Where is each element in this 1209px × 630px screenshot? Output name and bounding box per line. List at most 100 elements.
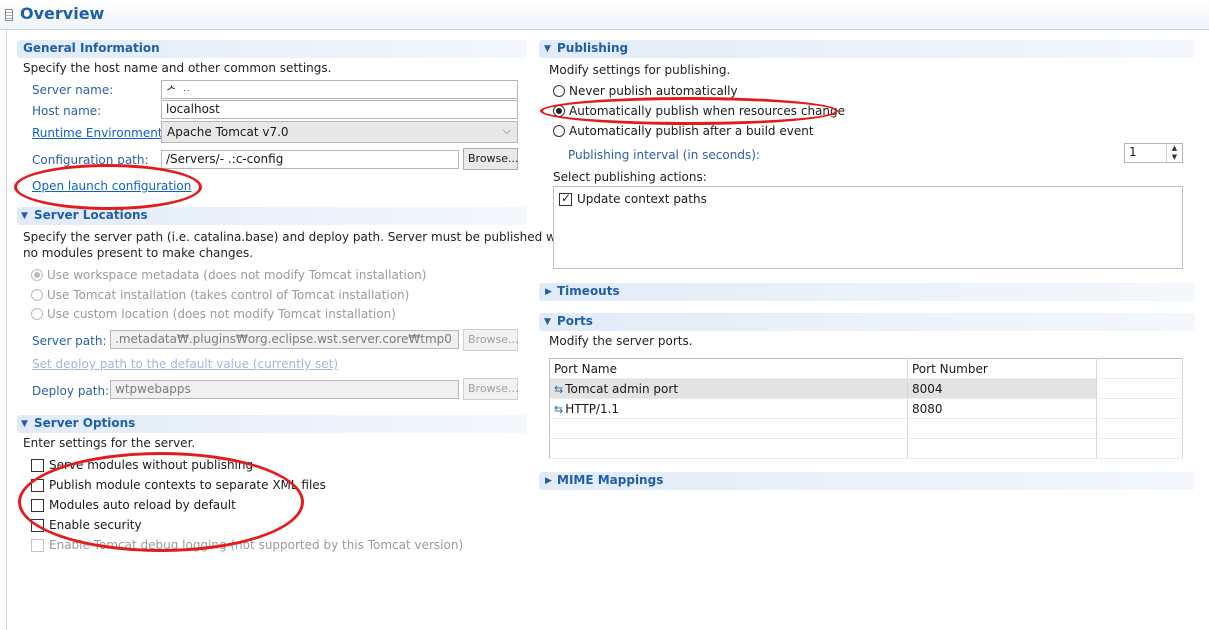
ports-bar [539, 313, 1195, 331]
port-icon: ⇆ [554, 382, 564, 396]
configuration-path-label: Configuration path: [32, 153, 149, 167]
ports-title[interactable]: Ports [557, 314, 593, 328]
checkbox-label: Enable Tomcat debug logging (not support… [49, 538, 464, 552]
check-enable-security[interactable]: Enable security [31, 518, 142, 532]
timeouts-bar [539, 283, 1195, 301]
table-row-empty [549, 418, 1183, 439]
checkbox [31, 538, 44, 552]
publishing-title[interactable]: Publishing [557, 41, 628, 55]
chevron-down-icon: ⌵ [502, 124, 511, 137]
radio-indicator [553, 85, 565, 97]
server-locations-title[interactable]: Server Locations [34, 208, 148, 222]
port-number-cell[interactable]: 8004 [907, 378, 1097, 399]
ports-description: Modify the server ports. [549, 334, 693, 348]
runtime-environment-value: Apache Tomcat v7.0 [167, 125, 289, 139]
set-deploy-path-link[interactable]: Set deploy path to the default value (cu… [32, 357, 338, 371]
radio-publish-after-build[interactable]: Automatically publish after a build even… [553, 124, 814, 138]
ports-table: Port Name Port Number ⇆ Tomcat admin port… [549, 358, 1183, 459]
port-name-cell: ⇆ Tomcat admin port [549, 378, 908, 399]
server-options-title[interactable]: Server Options [34, 416, 135, 430]
check-update-context-paths[interactable]: Update context paths [559, 191, 707, 206]
general-info-title: General Information [23, 41, 160, 55]
server-name-field[interactable]: ᄼ ᆢ [161, 80, 518, 99]
table-row[interactable]: ⇆ HTTP/1.1 8080 [549, 398, 1183, 419]
page-title: Overview [20, 4, 105, 23]
collapse-icon[interactable]: ▼ [544, 44, 551, 54]
checkbox [31, 518, 44, 532]
collapse-icon[interactable]: ▼ [21, 211, 28, 221]
host-name-field[interactable]: localhost [161, 100, 518, 119]
configuration-browse-button[interactable]: Browse... [463, 148, 519, 170]
publishing-interval-value: 1 [1129, 145, 1137, 159]
column-header-port-name[interactable]: Port Name [549, 358, 908, 379]
radio-indicator [31, 289, 43, 301]
check-auto-reload[interactable]: Modules auto reload by default [31, 498, 236, 512]
checkbox [31, 458, 44, 472]
port-name: HTTP/1.1 [565, 401, 620, 416]
checkbox [31, 498, 44, 512]
column-header-port-number[interactable]: Port Number [907, 358, 1097, 379]
checkbox-label: Enable security [49, 518, 142, 532]
deploy-path-field[interactable]: wtpwebapps [110, 380, 459, 399]
check-publish-contexts[interactable]: Publish module contexts to separate XML … [31, 478, 326, 492]
expand-icon[interactable]: ▶ [545, 476, 552, 486]
radio-indicator [31, 269, 43, 281]
check-debug-logging[interactable]: Enable Tomcat debug logging (not support… [31, 538, 463, 552]
table-header-row: Port Name Port Number [549, 358, 1183, 379]
left-divider [6, 30, 7, 630]
radio-indicator [553, 125, 565, 137]
checkbox [31, 478, 44, 492]
publishing-interval-label: Publishing interval (in seconds): [568, 148, 760, 162]
open-launch-configuration-link[interactable]: Open launch configuration [32, 179, 191, 193]
timeouts-title[interactable]: Timeouts [557, 284, 620, 298]
checkbox-label: Update context paths [577, 192, 707, 206]
radio-label: Use custom location (does not modify Tom… [47, 307, 396, 321]
port-name: Tomcat admin port [565, 381, 679, 396]
table-row[interactable]: ⇆ Tomcat admin port 8004 [549, 378, 1183, 399]
row-filler [1096, 398, 1183, 419]
radio-label: Automatically publish when resources cha… [569, 104, 846, 118]
collapse-icon[interactable]: ▼ [544, 317, 551, 327]
publishing-actions-list: Update context paths [553, 186, 1183, 269]
radio-label: Never publish automatically [569, 84, 738, 98]
server-locations-description-1: Specify the server path (i.e. catalina.b… [23, 230, 572, 244]
editor-header: Overview [0, 0, 1209, 30]
overview-icon [5, 9, 13, 21]
server-locations-description-2: no modules present to make changes. [23, 246, 254, 260]
table-row-empty [549, 438, 1183, 459]
configuration-path-field[interactable]: /Servers/- .:c-config [161, 150, 459, 169]
radio-never-publish[interactable]: Never publish automatically [553, 84, 738, 98]
server-name-label: Server name: [32, 83, 114, 97]
port-number-cell[interactable]: 8080 [907, 398, 1097, 419]
checkbox-label: Publish module contexts to separate XML … [49, 478, 326, 492]
radio-label: Automatically publish after a build even… [569, 124, 814, 138]
mime-title[interactable]: MIME Mappings [557, 473, 663, 487]
column-filler [1096, 358, 1183, 379]
server-path-label: Server path: [32, 334, 107, 348]
radio-workspace-metadata[interactable]: Use workspace metadata (does not modify … [31, 268, 426, 282]
runtime-environment-select[interactable]: Apache Tomcat v7.0 ⌵ [161, 121, 518, 143]
radio-tomcat-installation[interactable]: Use Tomcat installation (takes control o… [31, 288, 409, 302]
radio-publish-on-change[interactable]: Automatically publish when resources cha… [553, 104, 845, 118]
publishing-description: Modify settings for publishing. [549, 63, 731, 77]
radio-custom-location[interactable]: Use custom location (does not modify Tom… [31, 307, 396, 321]
checkbox-label: Modules auto reload by default [49, 498, 236, 512]
server-path-field[interactable]: .metadata₩.plugins₩org.eclipse.wst.serve… [110, 330, 459, 349]
checkbox [559, 191, 572, 206]
publishing-interval-spinner[interactable]: 1 ▲ ▼ [1124, 143, 1183, 163]
radio-label: Use workspace metadata (does not modify … [47, 268, 427, 282]
check-serve-modules[interactable]: Serve modules without publishing [31, 458, 253, 472]
deploy-path-browse-button[interactable]: Browse... [463, 378, 519, 400]
deploy-path-label: Deploy path: [32, 384, 110, 398]
checkbox-label: Serve modules without publishing [49, 458, 254, 472]
port-icon: ⇆ [554, 402, 564, 416]
expand-icon[interactable]: ▶ [545, 287, 552, 297]
runtime-environment-link[interactable]: Runtime Environment: [32, 126, 167, 140]
collapse-icon[interactable]: ▼ [21, 419, 28, 429]
row-filler [1096, 378, 1183, 399]
spinner-arrows-icon[interactable]: ▲ ▼ [1166, 144, 1182, 162]
host-name-label: Host name: [32, 104, 102, 118]
general-info-description: Specify the host name and other common s… [23, 61, 332, 75]
server-path-browse-button[interactable]: Browse... [463, 329, 519, 351]
server-options-description: Enter settings for the server. [23, 436, 196, 450]
